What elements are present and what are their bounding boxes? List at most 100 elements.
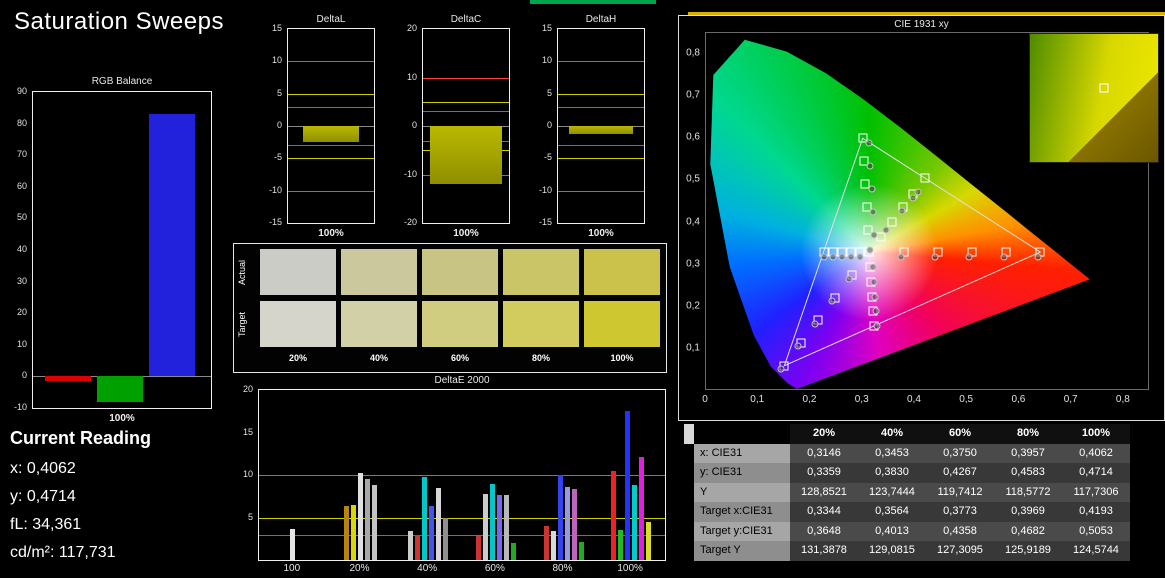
y-tick-label: 40 bbox=[16, 244, 27, 254]
measured-marker bbox=[871, 293, 879, 301]
rgb-balance-title: RGB Balance bbox=[91, 76, 153, 87]
y-tick-label: -10 bbox=[538, 184, 552, 195]
table-cell: 0,4583 bbox=[994, 463, 1062, 483]
y-tick-label: 0,7 bbox=[686, 89, 700, 101]
x-tick-label: 100 bbox=[283, 563, 301, 574]
reference-line bbox=[288, 145, 374, 147]
measured-marker bbox=[965, 253, 973, 261]
y-tick-label: -15 bbox=[538, 217, 552, 227]
deltae-bar bbox=[611, 470, 617, 560]
measured-marker bbox=[866, 246, 874, 254]
y-tick-label: 0 bbox=[546, 120, 552, 130]
x-tick-label: 0 bbox=[702, 394, 708, 405]
measured-marker bbox=[898, 207, 906, 215]
swatch-actual-60% bbox=[422, 249, 498, 295]
table-row: Target x:CIE31 0,3344 0,3564 0,3773 0,3969 0,… bbox=[684, 502, 1130, 522]
table-cell: 119,7412 bbox=[926, 482, 994, 502]
y-tick-label: 15 bbox=[271, 23, 282, 33]
deltae-bar bbox=[344, 506, 349, 560]
table-cell: 0,3564 bbox=[858, 502, 926, 522]
y-tick-label: -10 bbox=[403, 168, 417, 179]
deltae-bar bbox=[489, 483, 495, 560]
measured-marker bbox=[931, 253, 939, 261]
y-tick-label: 20 bbox=[406, 23, 417, 33]
table-cell: 0,4358 bbox=[926, 521, 994, 541]
y-tick-label: 30 bbox=[16, 275, 27, 286]
delta-h-xlabel: 100% bbox=[588, 228, 614, 239]
measured-marker bbox=[847, 253, 855, 261]
deltae-bar bbox=[557, 475, 563, 560]
table-cell: 0,3750 bbox=[926, 443, 994, 463]
measured-marker bbox=[914, 188, 922, 196]
table-corner-cell bbox=[684, 502, 694, 522]
table-corner-cell bbox=[684, 463, 694, 483]
table-cell: 0,3359 bbox=[790, 463, 858, 483]
delta-c-yaxis: 20 10 0 -10 -20 bbox=[400, 23, 420, 227]
cie-table: 20% 40% 60% 80% 100% x: CIE31 0,3146 0,3453 0,37… bbox=[684, 424, 1130, 561]
x-tick-label: 0,1 bbox=[750, 394, 765, 405]
reading-fl: fL: 34,361 bbox=[10, 516, 82, 533]
swatch-col-label: 20% bbox=[288, 353, 307, 363]
reference-line bbox=[558, 106, 644, 108]
delta-c-chart: DeltaC 20 10 0 -10 -20 100% bbox=[400, 12, 520, 244]
swatch-panel: Actual Target 20% 40% 60% 80% 100% bbox=[233, 243, 667, 373]
table-cell: 129,0815 bbox=[858, 541, 926, 561]
table-cell: 0,4013 bbox=[858, 521, 926, 541]
table-row: Target y:CIE31 0,3648 0,4013 0,4358 0,4682 0,… bbox=[684, 521, 1130, 541]
table-corner-cell bbox=[684, 443, 694, 463]
measured-marker bbox=[1034, 253, 1042, 261]
y-tick-label: 10 bbox=[242, 469, 253, 479]
x-tick-label: 0,5 bbox=[959, 394, 974, 405]
measured-marker bbox=[811, 320, 819, 328]
delta-c-plot bbox=[422, 28, 510, 224]
table-cell: 0,3648 bbox=[790, 521, 858, 541]
table-row-label: Target y:CIE31 bbox=[694, 521, 790, 541]
y-tick-label: 0,4 bbox=[686, 216, 700, 228]
deltae-bar bbox=[475, 536, 481, 560]
table-cell: 0,4682 bbox=[994, 521, 1062, 541]
y-tick-label: -20 bbox=[403, 217, 417, 227]
measured-marker bbox=[820, 253, 828, 261]
deltae-bar bbox=[443, 518, 449, 560]
table-cell: 117,7306 bbox=[1062, 482, 1130, 502]
deltae-bar bbox=[632, 485, 638, 560]
measured-marker bbox=[856, 253, 864, 261]
table-row-label: x: CIE31 bbox=[694, 443, 790, 463]
table-header-cell: 60% bbox=[926, 424, 994, 444]
table-corner-cell bbox=[684, 521, 694, 541]
tab-indicator-green[interactable] bbox=[530, 0, 656, 4]
deltae-bar bbox=[618, 530, 624, 560]
y-tick-label: 10 bbox=[406, 71, 417, 82]
swatch-target-100% bbox=[584, 301, 660, 347]
measured-marker bbox=[872, 307, 880, 315]
table-header-cell: 100% bbox=[1062, 424, 1130, 444]
table-cell: 118,5772 bbox=[994, 482, 1062, 502]
delta-bar bbox=[430, 126, 502, 185]
deltae-bar bbox=[365, 479, 370, 560]
deltae-bar bbox=[422, 476, 428, 560]
measured-marker bbox=[869, 263, 877, 271]
y-tick-label: -15 bbox=[268, 217, 282, 227]
y-tick-label: 15 bbox=[242, 426, 253, 437]
measured-marker bbox=[909, 194, 917, 202]
cie-yaxis: 0,8 0,7 0,6 0,5 0,4 0,3 0,2 0,1 bbox=[679, 32, 703, 390]
y-tick-label: 0 bbox=[411, 120, 417, 130]
table-cell: 131,3878 bbox=[790, 541, 858, 561]
table-cell: 0,3146 bbox=[790, 443, 858, 463]
reference-line bbox=[558, 158, 644, 160]
y-tick-label: 5 bbox=[546, 87, 552, 98]
y-tick-label: 10 bbox=[271, 55, 282, 66]
delta-h-title: DeltaH bbox=[585, 14, 617, 25]
y-tick-label: 90 bbox=[16, 86, 27, 96]
measured-marker bbox=[897, 253, 905, 261]
delta-c-xlabel: 100% bbox=[453, 228, 479, 239]
x-tick-label: 0,4 bbox=[906, 394, 921, 405]
y-tick-label: 0 bbox=[21, 370, 27, 381]
swatch-target-20% bbox=[260, 301, 336, 347]
y-tick-label: 15 bbox=[541, 23, 552, 33]
target-marker bbox=[887, 217, 897, 227]
x-tick-label: 0,2 bbox=[802, 394, 817, 405]
measured-marker bbox=[870, 231, 878, 239]
deltae-bar bbox=[646, 521, 652, 560]
deltae-bar bbox=[372, 485, 377, 560]
